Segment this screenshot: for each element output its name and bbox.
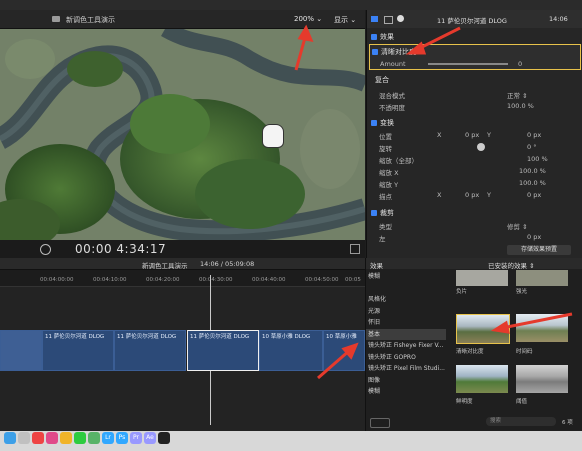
aftereffects-icon[interactable]: Ae [144, 432, 156, 444]
maps-icon[interactable] [88, 432, 100, 444]
chrome-icon[interactable] [32, 432, 44, 444]
finder-icon[interactable] [4, 432, 16, 444]
annotation-arrow [405, 26, 461, 55]
itunes-icon[interactable] [46, 432, 58, 444]
lightroom-icon[interactable]: Lr [102, 432, 114, 444]
finalcut-icon[interactable] [158, 432, 170, 444]
premiere-icon[interactable]: Pr [130, 432, 142, 444]
annotation-arrow [294, 24, 314, 71]
annotation-arrows [294, 24, 573, 380]
photoshop-icon[interactable]: Ps [116, 432, 128, 444]
launchpad-icon[interactable] [18, 432, 30, 444]
annotation-arrow [490, 312, 573, 334]
wechat-icon[interactable] [74, 432, 86, 444]
annotation-arrow [317, 342, 359, 380]
photos-icon[interactable] [60, 432, 72, 444]
